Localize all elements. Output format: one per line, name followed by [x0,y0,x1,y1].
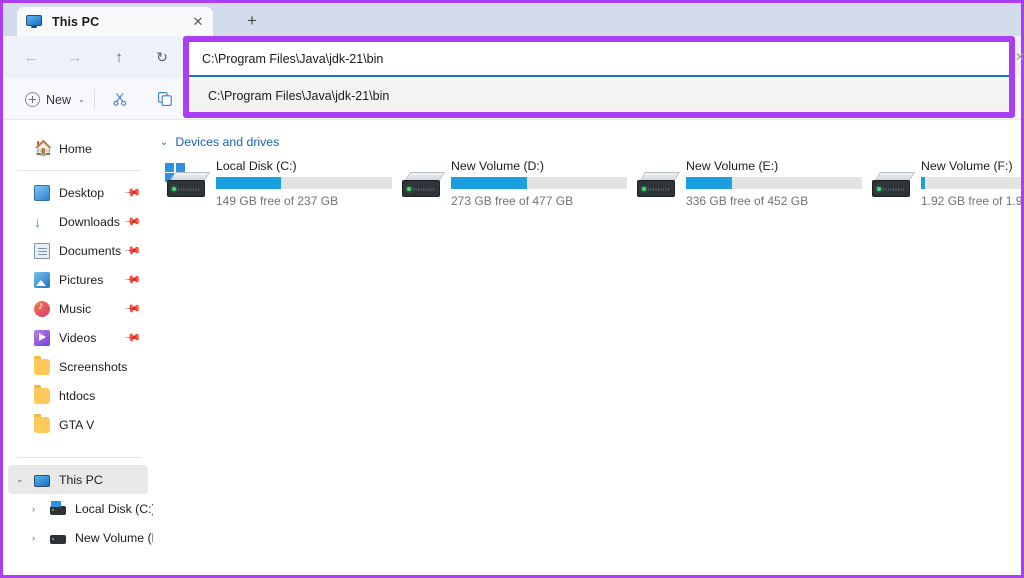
tab-label: This PC [52,14,100,29]
sidebar-item-desktop[interactable]: Desktop 📌 [8,178,148,207]
documents-icon [34,242,50,259]
folder-icon [34,356,50,375]
drive-icon [635,163,681,199]
address-input[interactable]: C:\Program Files\Java\jdk-21\bin [189,42,1009,77]
sidebar-item-label: Downloads [59,214,120,229]
sidebar-item-pictures[interactable]: Pictures 📌 [8,265,148,294]
forward-button[interactable]: → [60,44,90,70]
sidebar-item-downloads[interactable]: ↓ Downloads 📌 [8,207,148,236]
home-icon: 🏠 [34,139,53,157]
back-button[interactable]: ← [16,44,46,70]
sidebar-item-htdocs[interactable]: htdocs [8,381,148,410]
drive-icon [870,163,916,199]
sidebar-item-label: Documents [59,243,122,258]
address-clear-icon[interactable]: ✕ [1015,50,1024,64]
sidebar-item-label: Music [59,301,92,316]
drive-item-c[interactable]: Local Disk (C:) 149 GB free of 237 GB [157,157,392,208]
sidebar-item-label: Local Disk (C:) [75,501,153,516]
chevron-down-icon: ⌄ [78,95,85,104]
drive-icon [50,535,66,544]
drive-usage-bar [216,177,392,189]
folder-icon [34,385,50,404]
sidebar-item-label: Desktop [59,185,105,200]
sidebar-item-screenshots[interactable]: Screenshots [8,352,148,381]
drive-win-icon [50,501,66,515]
refresh-button[interactable]: ↻ [147,44,177,70]
drive-free-space: 1.92 GB free of 1.95 GB [921,194,1021,208]
chevron-right-icon[interactable]: › [32,523,35,552]
close-icon[interactable]: ✕ [189,13,207,31]
drive-free-space: 336 GB free of 452 GB [686,194,809,208]
sidebar-item-label: New Volume (D:) [75,530,153,545]
music-icon [34,300,50,317]
sidebar-item-new-volume-d[interactable]: › New Volume (D:) [8,523,153,552]
folder-icon [34,414,50,433]
pc-icon [34,474,50,487]
content-pane[interactable]: ⌄ Devices and drives Local Disk (C:) 149… [153,121,1021,575]
pin-icon[interactable]: 📌 [124,328,143,347]
pin-icon[interactable]: 📌 [124,270,143,289]
drive-usage-bar [451,177,627,189]
toolbar-divider [94,89,95,109]
address-bar-highlight: C:\Program Files\Java\jdk-21\bin C:\Prog… [183,36,1015,118]
sidebar-item-home[interactable]: 🏠 Home [8,134,148,163]
videos-icon [34,329,50,346]
chevron-down-icon[interactable]: ⌄ [16,465,24,494]
drive-name: New Volume (D:) [451,159,544,173]
new-button[interactable]: New ⌄ [17,87,93,112]
this-pc-icon [25,14,43,30]
sidebar-item-videos[interactable]: Videos 📌 [8,323,148,352]
pin-icon[interactable]: 📌 [124,183,143,202]
drives-list: Local Disk (C:) 149 GB free of 237 GB Ne… [153,153,1021,208]
drive-icon [400,163,446,199]
up-button[interactable]: ↑ [104,44,134,70]
drive-name: Local Disk (C:) [216,159,297,173]
sidebar-item-label: Screenshots [59,359,128,374]
drive-item-f[interactable]: New Volume (F:) 1.92 GB free of 1.95 GB [862,157,1021,208]
pictures-icon [34,271,50,288]
sidebar-item-documents[interactable]: Documents 📌 [8,236,148,265]
desktop-icon [34,184,50,201]
chevron-right-icon[interactable]: › [32,494,35,523]
drive-item-d[interactable]: New Volume (D:) 273 GB free of 477 GB [392,157,627,208]
drive-name: New Volume (F:) [921,159,1013,173]
sidebar-item-label: This PC [59,472,103,487]
devices-and-drives-header[interactable]: ⌄ Devices and drives [153,121,1021,153]
pin-icon[interactable]: 📌 [124,212,143,231]
pin-icon[interactable]: 📌 [124,299,143,318]
address-suggestion-item[interactable]: C:\Program Files\Java\jdk-21\bin [189,79,1009,112]
download-icon: ↓ [34,213,41,230]
file-explorer-window: This PC ✕ + ← → ↑ ↻ New ⌄ C:\Program Fil… [0,0,1024,578]
new-tab-button[interactable]: + [239,9,265,33]
tab-this-pc[interactable]: This PC ✕ [17,7,213,36]
drive-usage-bar [921,177,1021,189]
sidebar-item-label: Home [59,141,92,156]
sidebar-item-gta-v[interactable]: GTA V [8,410,148,439]
drive-usage-bar [686,177,862,189]
title-bar: This PC ✕ + [3,3,1021,36]
scissors-icon[interactable] [106,86,134,112]
plus-icon [25,92,40,107]
sidebar-item-label: htdocs [59,388,96,403]
drive-icon [165,163,211,199]
drive-name: New Volume (E:) [686,159,779,173]
new-button-label: New [46,92,72,107]
drive-free-space: 273 GB free of 477 GB [451,194,574,208]
group-title: Devices and drives [175,135,280,149]
sidebar-item-music[interactable]: Music 📌 [8,294,148,323]
sidebar-item-label: Pictures [59,272,104,287]
drive-item-e[interactable]: New Volume (E:) 336 GB free of 452 GB [627,157,862,208]
pin-icon[interactable]: 📌 [124,241,143,260]
sidebar-item-label: GTA V [59,417,95,432]
sidebar-divider [17,170,141,171]
chevron-down-icon[interactable]: ⌄ [160,137,168,148]
sidebar-divider [17,457,141,458]
sidebar-item-this-pc[interactable]: ⌄ This PC [8,465,148,494]
navigation-pane[interactable]: 🏠 Home Desktop 📌 ↓ Downloads 📌 Documents… [3,121,153,575]
sidebar-item-local-disk-c[interactable]: › Local Disk (C:) [8,494,153,523]
drive-free-space: 149 GB free of 237 GB [216,194,339,208]
sidebar-item-label: Videos [59,330,97,345]
copy-icon[interactable] [151,86,179,112]
